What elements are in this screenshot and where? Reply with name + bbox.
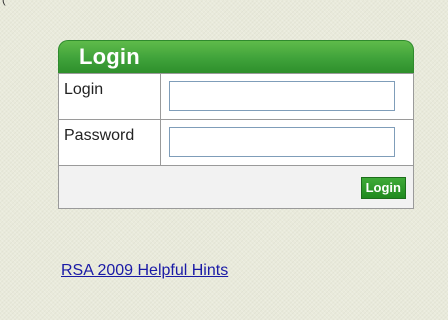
login-input[interactable] [169,81,395,111]
login-button[interactable]: Login [360,177,406,199]
login-row: Login [59,74,413,120]
login-panel: Login Login Password Login [58,40,414,240]
actions-row: Login [59,166,413,208]
helpful-hints-link[interactable]: RSA 2009 Helpful Hints [61,262,228,280]
password-row: Password [59,120,413,166]
login-field-cell [161,74,413,119]
corner-mark: ( [2,0,6,6]
login-panel-header: Login [58,40,414,73]
login-panel-title: Login [79,44,140,69]
password-input[interactable] [169,127,395,157]
password-field-cell [161,120,413,165]
login-panel-body: Login Password Login [58,73,414,209]
password-label: Password [59,120,161,165]
login-label: Login [59,74,161,119]
